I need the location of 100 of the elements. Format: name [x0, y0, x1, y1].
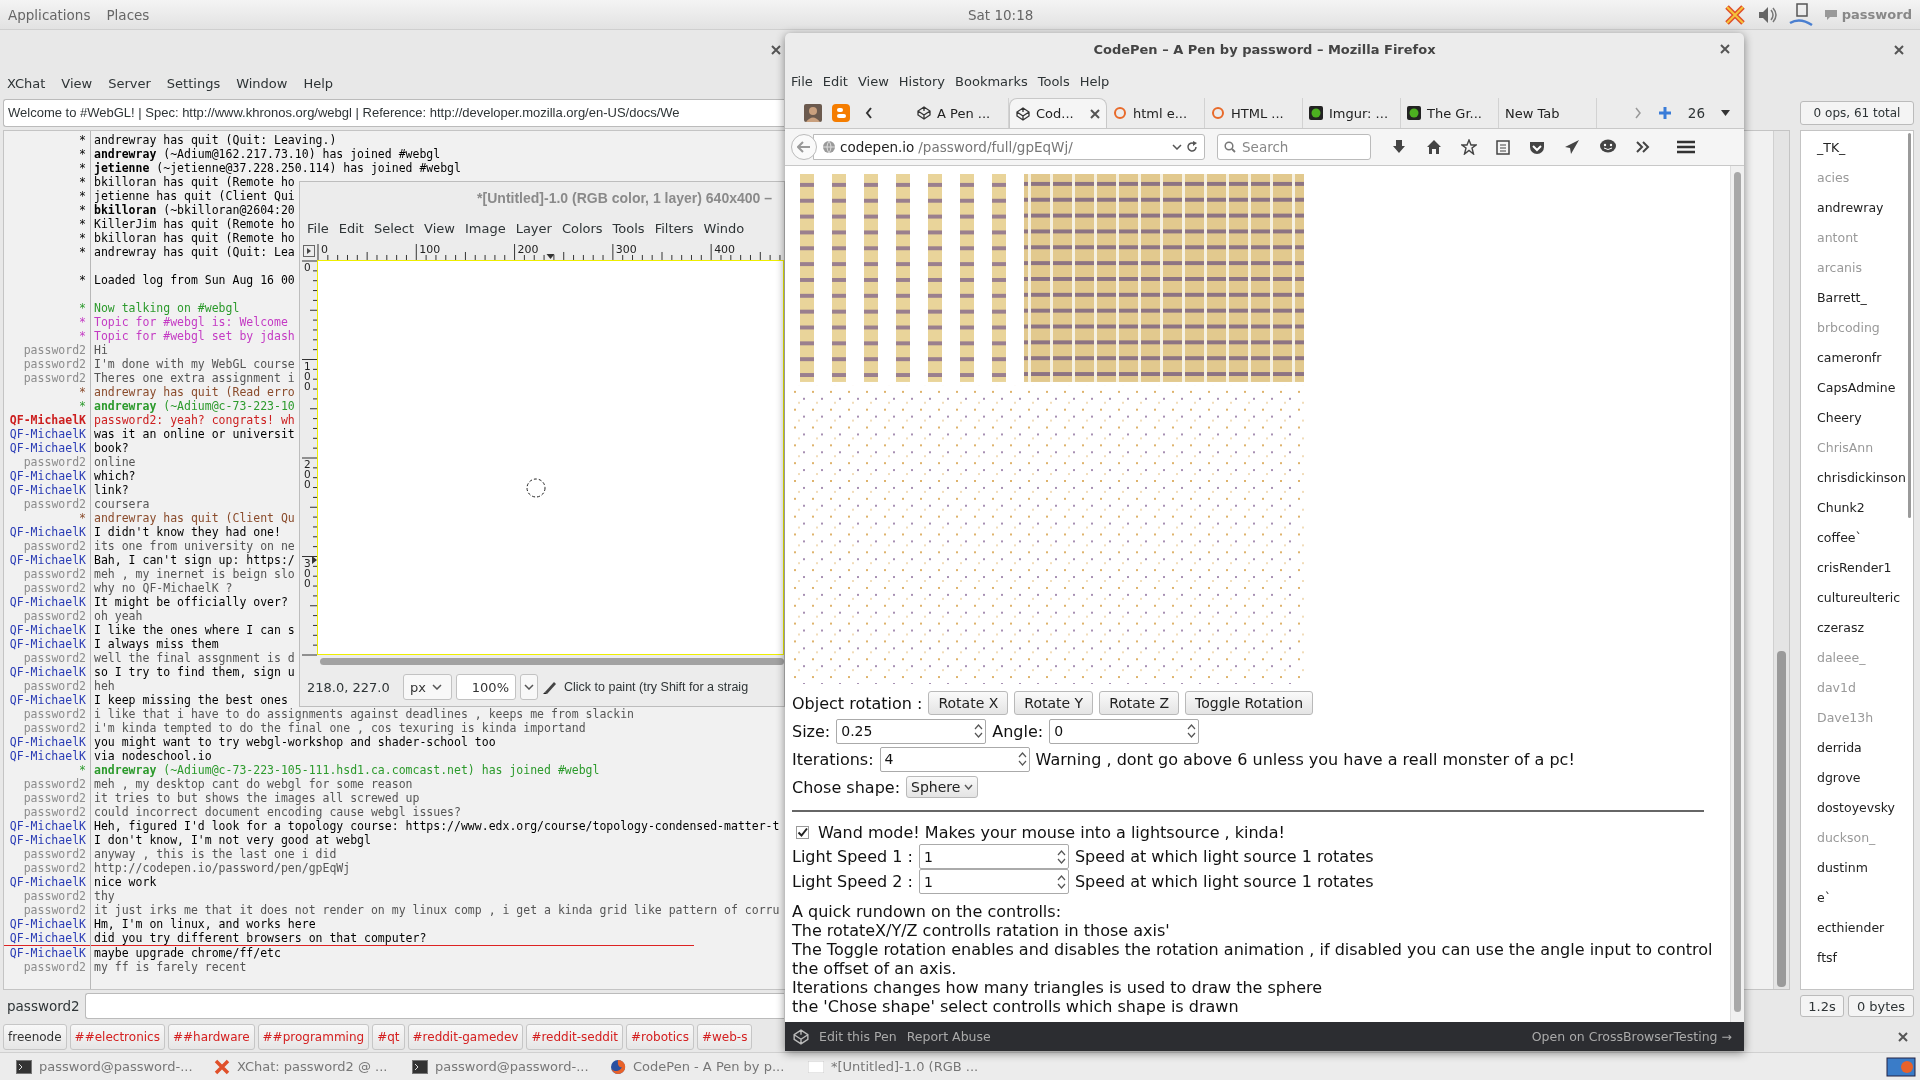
top-menu[interactable]: Places — [106, 6, 150, 23]
send-icon[interactable] — [1564, 139, 1580, 155]
user-list-item[interactable]: cameronfr — [1817, 343, 1906, 373]
rotate-button[interactable]: Rotate Z — [1099, 691, 1180, 715]
shape-dropdown[interactable]: Sphere — [906, 776, 979, 798]
channel-tab[interactable]: #qt — [372, 1024, 405, 1050]
nick-button[interactable]: password2 — [7, 998, 77, 1014]
browser-tab[interactable]: Imgur: ... — [1303, 98, 1401, 128]
user-list-item[interactable]: dgrove — [1817, 763, 1906, 793]
clock[interactable]: Sat 10:18 — [968, 6, 1724, 23]
spinner-icon[interactable] — [1056, 872, 1066, 891]
x-logo-icon[interactable] — [1723, 3, 1746, 26]
taskbar-item[interactable]: CodePen - A Pen by p... — [610, 1058, 792, 1075]
user-list-item[interactable]: Chunk2 — [1817, 493, 1906, 523]
close-icon[interactable] — [1894, 45, 1904, 55]
number-field[interactable]: 1 — [918, 869, 1069, 894]
channel-tab[interactable]: #web-s — [696, 1024, 753, 1050]
menu-item[interactable]: Edit — [822, 73, 848, 89]
pocket-icon[interactable] — [1529, 139, 1545, 155]
taskbar-item[interactable]: password@password-... — [16, 1059, 198, 1074]
scrollbar[interactable] — [1773, 131, 1789, 989]
taskbar-item[interactable]: password@password-... — [412, 1059, 594, 1074]
address-bar[interactable]: codepen.io /password/full/gpEqWj/ — [813, 134, 1205, 160]
menu-item[interactable]: View — [857, 73, 889, 89]
menu-item[interactable]: View — [424, 220, 455, 236]
menu-item[interactable]: View — [61, 75, 93, 91]
reload-icon[interactable] — [1186, 141, 1198, 153]
close-icon[interactable] — [1898, 1032, 1908, 1042]
avatar-icon[interactable] — [804, 104, 822, 122]
user-list-item[interactable]: _TK_ — [1817, 133, 1906, 163]
user-list-item[interactable]: ecthiender — [1817, 913, 1906, 943]
browser-tab[interactable]: Cod... — [1009, 98, 1107, 128]
rotate-button[interactable]: Rotate Y — [1014, 691, 1094, 715]
blog-icon[interactable] — [832, 104, 850, 122]
scrollbar[interactable] — [1730, 166, 1744, 1022]
menu-item[interactable]: Settings — [166, 75, 221, 91]
channel-tab[interactable]: #reddit-gamedev — [407, 1024, 524, 1050]
spinner-icon[interactable] — [1017, 750, 1027, 768]
channel-tab[interactable]: ##hardware — [167, 1024, 255, 1050]
number-field[interactable]: 0 — [1049, 718, 1200, 744]
navigate-icon[interactable] — [302, 245, 315, 257]
menu-item[interactable]: File — [791, 73, 813, 89]
channel-tab[interactable]: #reddit-seddit — [526, 1024, 623, 1050]
message-input[interactable] — [85, 993, 784, 1019]
user-list-item[interactable]: CapsAdmine — [1817, 373, 1906, 403]
checkbox[interactable] — [796, 825, 809, 839]
clipboard-icon[interactable] — [1496, 139, 1510, 155]
user-list-item[interactable]: Barrett_ — [1817, 283, 1906, 313]
browser-tab[interactable]: The Gr... — [1401, 98, 1499, 128]
user-list-item[interactable]: czerasz — [1817, 613, 1906, 643]
zoom-field[interactable]: 100% — [456, 674, 516, 700]
close-icon[interactable] — [1720, 44, 1730, 54]
menu-item[interactable]: Filters — [654, 220, 694, 236]
star-icon[interactable] — [1461, 139, 1477, 155]
menu-item[interactable]: Tools — [1037, 73, 1070, 89]
menu-item[interactable]: Tools — [612, 220, 645, 236]
menu-item[interactable]: Image — [464, 220, 506, 236]
spinner-icon[interactable] — [974, 722, 984, 740]
channel-tab[interactable]: ##electronics — [69, 1024, 165, 1050]
menu-item[interactable]: File — [307, 220, 329, 236]
browser-tab[interactable]: HTML ... — [1205, 98, 1303, 128]
browser-tab[interactable]: html e... — [1107, 98, 1205, 128]
user-list-item[interactable]: crisRender1 — [1817, 553, 1906, 583]
chevron-left-icon[interactable] — [865, 107, 873, 119]
user-list-item[interactable]: chrisdickinson — [1817, 463, 1906, 493]
caret-icon[interactable] — [1172, 144, 1182, 150]
tab-close-icon[interactable] — [1090, 108, 1100, 119]
menu-item[interactable]: History — [898, 73, 946, 89]
menu-item[interactable]: Edit — [338, 220, 364, 236]
user-list-item[interactable]: derrida — [1817, 733, 1906, 763]
menu-item[interactable]: Layer — [515, 220, 552, 236]
channel-tab[interactable]: #robotics — [626, 1024, 694, 1050]
footer-link[interactable]: Edit this Pen — [819, 1029, 897, 1044]
menu-item[interactable]: Help — [1079, 73, 1110, 89]
tab-count[interactable]: 26 — [1687, 105, 1705, 121]
user-list-item[interactable]: dustinm — [1817, 853, 1906, 883]
user-list-item[interactable]: cultureulteric — [1817, 583, 1906, 613]
monitor-icon[interactable] — [1886, 1056, 1916, 1077]
spinner-icon[interactable] — [1187, 722, 1197, 740]
back-button[interactable] — [791, 134, 817, 160]
menu-item[interactable]: Windo — [703, 220, 745, 236]
download-icon[interactable] — [1391, 139, 1407, 155]
plus-icon[interactable] — [1657, 106, 1672, 120]
taskbar-item[interactable]: XChat: password2 @ ... — [214, 1058, 396, 1075]
channel-tab[interactable]: ##programming — [257, 1024, 370, 1050]
user-list-item[interactable]: coffee` — [1817, 523, 1906, 553]
overflow-icon[interactable] — [1636, 141, 1650, 153]
browser-tab[interactable]: New Tab — [1499, 98, 1597, 128]
unit-dropdown[interactable]: px — [403, 674, 452, 700]
user-list-item[interactable]: ftsf — [1817, 943, 1906, 973]
channel-tab[interactable]: freenode — [3, 1024, 67, 1050]
home-icon[interactable] — [1426, 139, 1442, 155]
footer-link[interactable]: Report Abuse — [906, 1029, 991, 1044]
zoom-dropdown[interactable] — [520, 674, 538, 700]
topic-field[interactable]: Welcome to #WebGL! | Spec: http://www.khronos.org/webgl | Reference: http://developer.mozilla.org/en-US/docs/We — [3, 99, 784, 127]
number-field[interactable]: 0.25 — [836, 718, 987, 744]
search-field[interactable]: Search — [1217, 134, 1371, 160]
caret-icon[interactable] — [1721, 110, 1730, 116]
menu-item[interactable]: Bookmarks — [955, 73, 1028, 89]
rotate-button[interactable]: Toggle Rotation — [1185, 691, 1314, 715]
